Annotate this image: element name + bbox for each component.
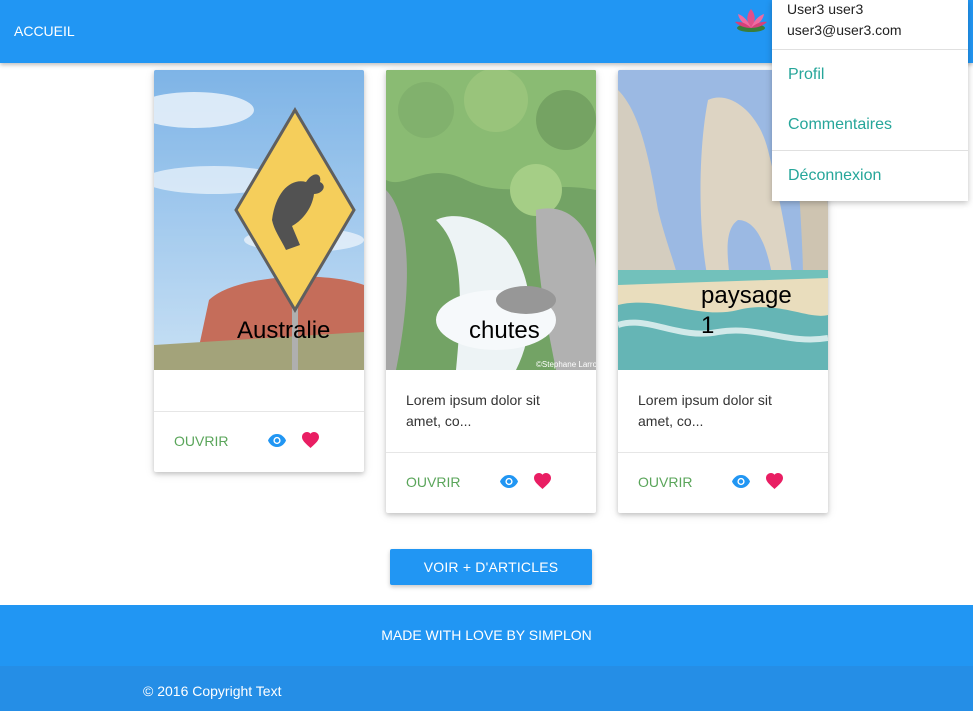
footer-copyright-bar: © 2016 Copyright Text: [0, 666, 973, 711]
card-excerpt: Lorem ipsum dolor sit amet, co...: [638, 392, 772, 429]
menu-divider: [772, 150, 968, 151]
user-email: user3@user3.com: [787, 22, 902, 38]
card-image: ©Stephane Larroque chutes: [386, 70, 596, 370]
open-article-button[interactable]: OUVRIR: [174, 433, 228, 449]
article-card: Australie OUVRIR: [154, 70, 364, 472]
lotus-icon[interactable]: [733, 6, 769, 34]
footer-tagline: MADE WITH LOVE BY SIMPLON: [381, 627, 592, 643]
eye-icon[interactable]: [268, 434, 286, 447]
open-article-button[interactable]: OUVRIR: [406, 474, 460, 490]
open-article-button[interactable]: OUVRIR: [638, 474, 692, 490]
card-title: chutes: [469, 317, 540, 344]
card-excerpt: Lorem ipsum dolor sit amet, co...: [406, 392, 540, 429]
menu-item-commentaires[interactable]: Commentaires: [788, 116, 892, 134]
heart-icon[interactable]: [766, 473, 783, 489]
eye-icon[interactable]: [500, 475, 518, 488]
card-action: OUVRIR: [154, 411, 364, 472]
article-card: ©Stephane Larroque chutes Lorem ipsum do…: [386, 70, 596, 513]
card-image: Australie: [154, 70, 364, 370]
card-action: OUVRIR: [386, 452, 596, 513]
heart-icon[interactable]: [534, 473, 551, 489]
user-dropdown-menu: User3 user3 user3@user3.com Profil Comme…: [772, 0, 968, 201]
card-content: [154, 370, 364, 411]
more-articles-button[interactable]: VOIR + D'ARTICLES: [390, 549, 592, 585]
menu-item-profil[interactable]: Profil: [788, 66, 824, 84]
footer: MADE WITH LOVE BY SIMPLON: [0, 605, 973, 666]
menu-divider: [772, 49, 968, 50]
user-name: User3 user3: [787, 1, 864, 17]
menu-item-deconnexion[interactable]: Déconnexion: [788, 167, 881, 185]
heart-icon[interactable]: [302, 432, 319, 448]
eye-icon[interactable]: [732, 475, 750, 488]
card-action: OUVRIR: [618, 452, 828, 513]
nav-home-link[interactable]: ACCUEIL: [14, 23, 75, 39]
copyright-text: © 2016 Copyright Text: [143, 683, 282, 699]
card-title: paysage 1: [701, 282, 792, 339]
card-title: Australie: [237, 317, 331, 344]
